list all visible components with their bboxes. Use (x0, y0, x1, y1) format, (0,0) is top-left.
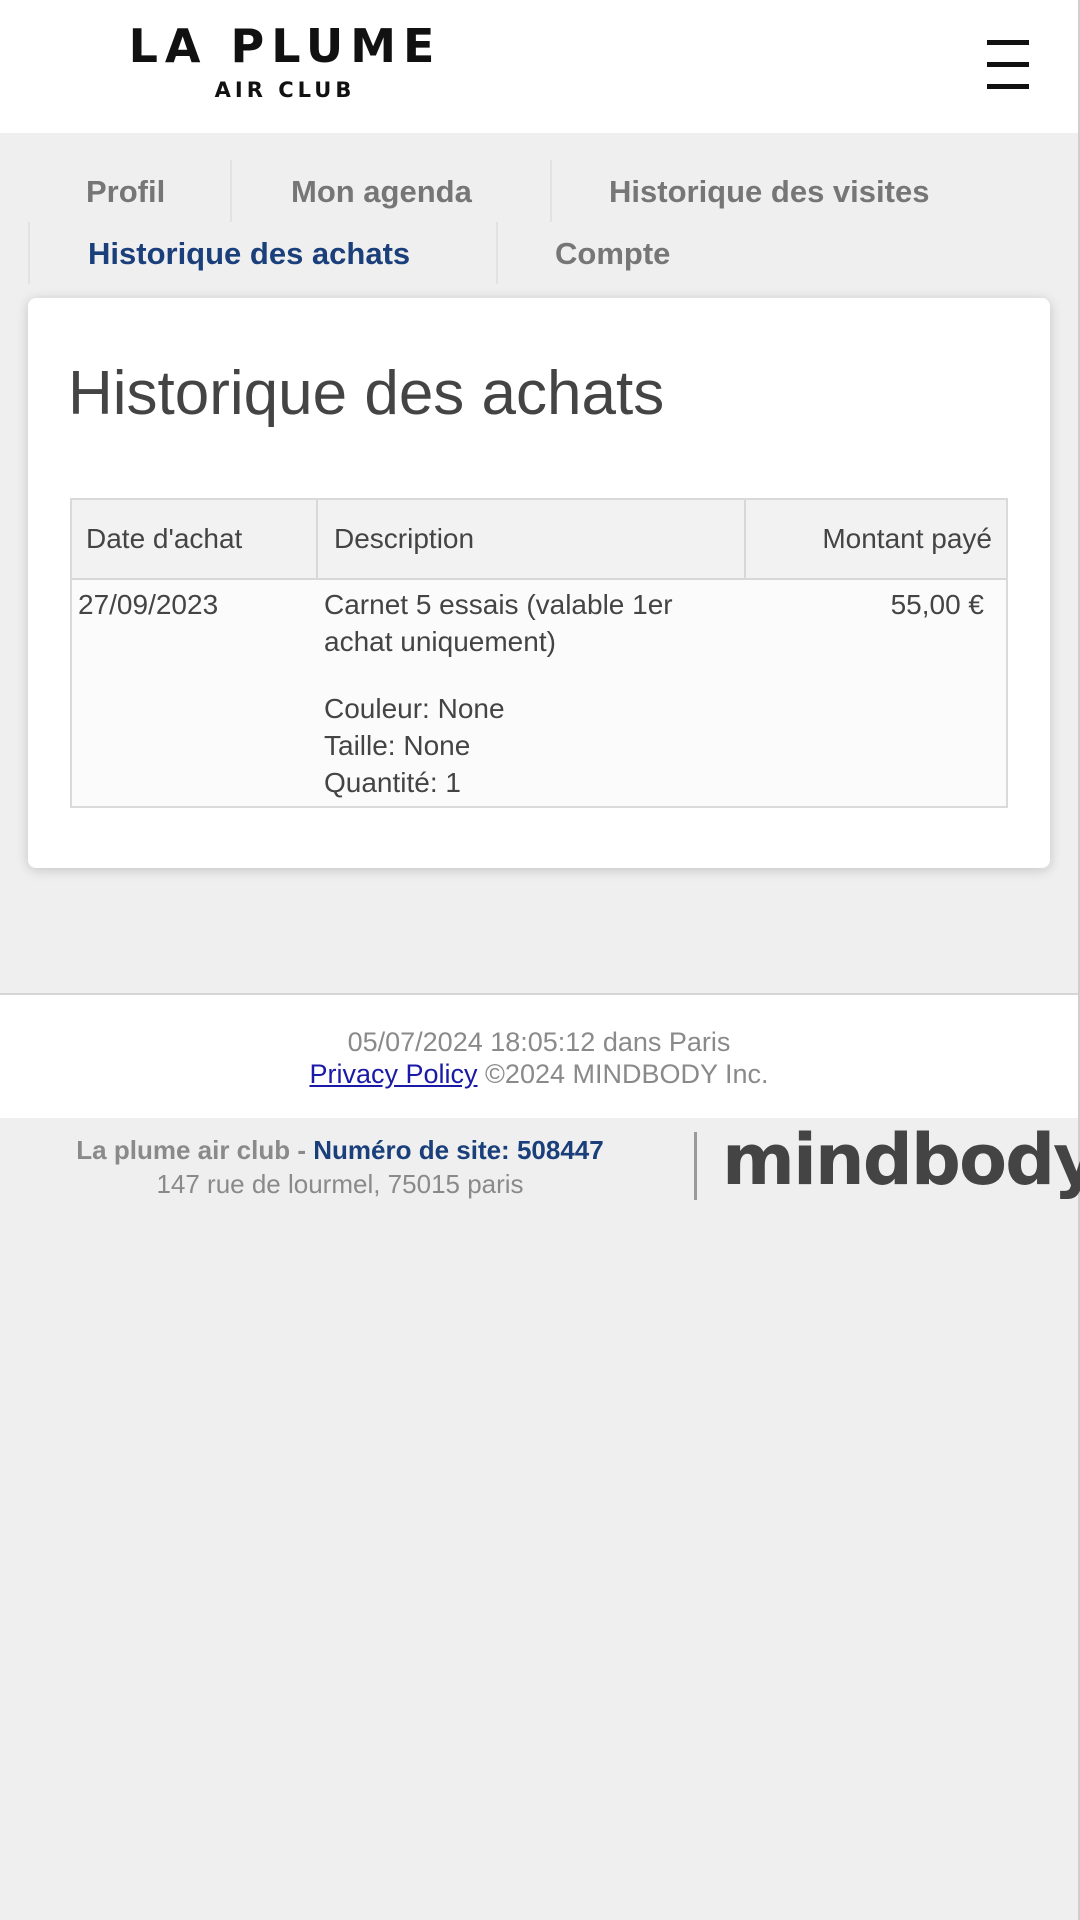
top-header: LA PLUME AIR CLUB (0, 0, 1080, 133)
site-address: 147 rue de lourmel, 75015 paris (156, 1169, 524, 1199)
purchase-quantity: Quantité: 1 (324, 767, 461, 798)
purchase-size: Taille: None (324, 730, 471, 761)
privacy-policy-link[interactable]: Privacy Policy (309, 1059, 477, 1089)
tab-divider (230, 160, 232, 222)
footer: 05/07/2024 18:05:12 dans Paris Privacy P… (0, 993, 1078, 1118)
tab-historique-visites[interactable]: Historique des visites (609, 172, 929, 212)
site-number: Numéro de site: 508447 (313, 1135, 604, 1165)
purchase-amount: 55,00 € (890, 589, 984, 620)
footer-links: Privacy Policy ©2024 MINDBODY Inc. (0, 1059, 1078, 1090)
tab-divider (28, 222, 30, 284)
purchase-color: Couleur: None (324, 693, 505, 724)
tab-compte[interactable]: Compte (555, 234, 670, 274)
tab-mon-agenda[interactable]: Mon agenda (291, 172, 472, 212)
tab-profil[interactable]: Profil (86, 172, 165, 212)
column-divider (316, 500, 318, 578)
purchase-description-line2: achat uniquement) (324, 626, 556, 657)
logo-main-text: LA PLUME (128, 19, 442, 73)
column-divider (744, 500, 746, 578)
column-header-date: Date d'achat (86, 523, 243, 554)
purchase-history-card: Historique des achats Date d'achat Descr… (28, 298, 1050, 868)
column-header-amount: Montant payé (822, 523, 992, 554)
copyright-text: ©2024 MINDBODY Inc. (485, 1059, 769, 1089)
tab-historique-achats[interactable]: Historique des achats (88, 234, 410, 274)
mindbody-logo[interactable]: mindbody (722, 1120, 1080, 1200)
tab-divider (550, 160, 552, 222)
footer-timestamp: 05/07/2024 18:05:12 dans Paris (347, 1027, 731, 1057)
site-name: La plume air club - (76, 1135, 314, 1165)
club-logo[interactable]: LA PLUME AIR CLUB (110, 18, 460, 102)
purchase-date: 27/09/2023 (78, 589, 219, 620)
tab-divider (496, 222, 498, 284)
hamburger-icon[interactable] (985, 38, 1031, 94)
column-header-description: Description (334, 523, 475, 554)
page-title: Historique des achats (68, 359, 665, 428)
footer-divider (694, 1132, 697, 1200)
purchase-table: Date d'achat Description Montant payé 27… (70, 498, 1008, 808)
site-info: La plume air club - Numéro de site: 5084… (40, 1133, 640, 1201)
table-header: Date d'achat Description Montant payé (72, 500, 1006, 580)
purchase-description-line1: Carnet 5 essais (valable 1er (324, 589, 673, 620)
logo-sub-text: AIR CLUB (214, 78, 356, 102)
